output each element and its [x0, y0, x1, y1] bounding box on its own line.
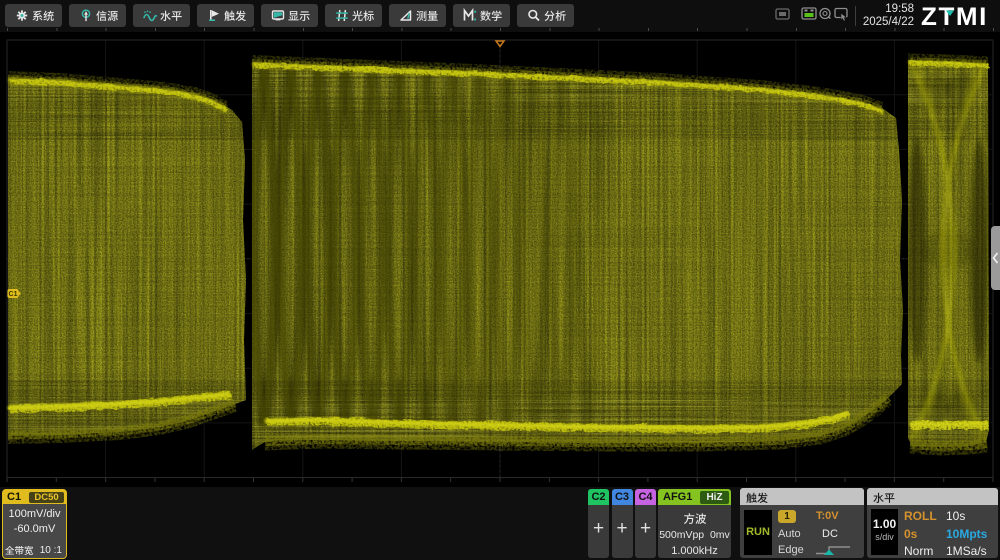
svg-text:C1: C1 [9, 291, 18, 298]
